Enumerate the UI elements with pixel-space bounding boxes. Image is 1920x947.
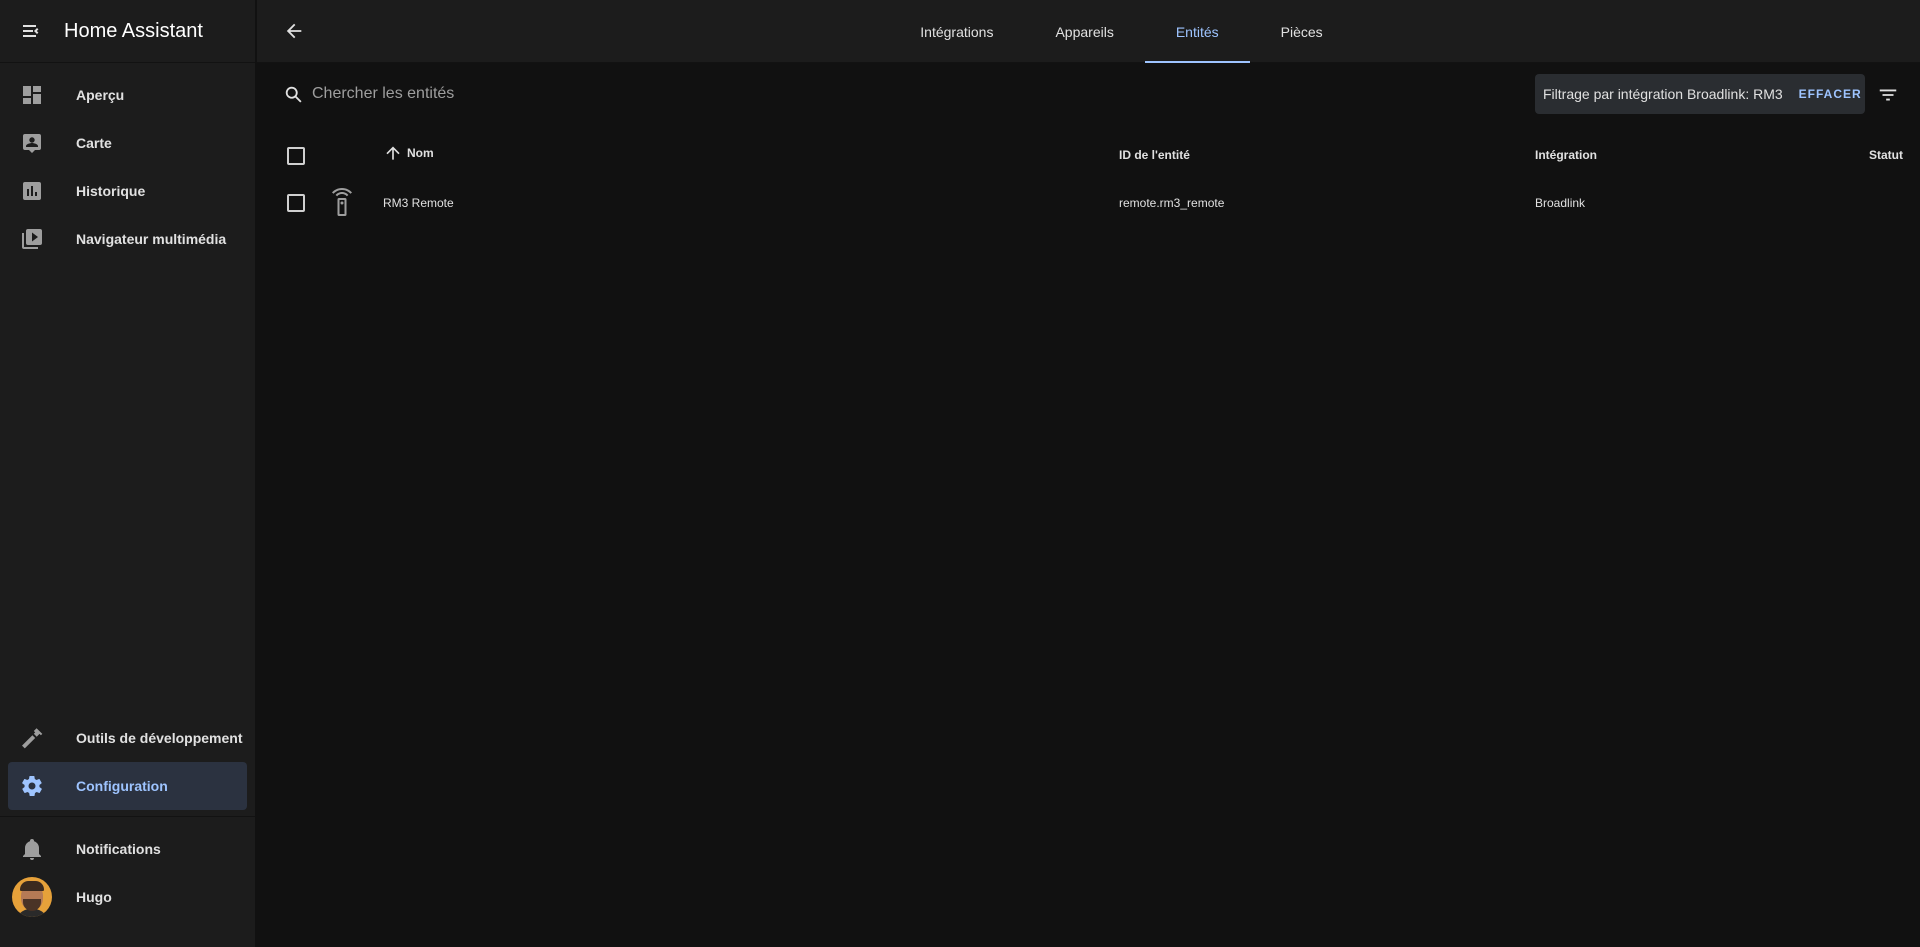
sidebar-item-label: Historique [76, 183, 146, 199]
menu-toggle-button[interactable] [0, 0, 64, 63]
tab-pieces[interactable]: Pièces [1250, 0, 1354, 63]
avatar [12, 877, 52, 917]
entities-table: Nom ID de l'entité Intégration Statut RM… [257, 128, 1920, 228]
column-header-name[interactable]: Nom [383, 143, 434, 163]
select-all-checkbox[interactable] [287, 147, 305, 165]
play-box-multiple-icon [22, 229, 42, 249]
filter-chip: Filtrage par intégration Broadlink: RM3 … [1535, 74, 1865, 114]
sidebar-divider [0, 816, 255, 817]
filter-menu-button[interactable] [1874, 81, 1902, 109]
sidebar-item-user[interactable]: Hugo [8, 873, 247, 921]
sidebar-item-apercu[interactable]: Aperçu [8, 71, 247, 119]
sidebar-bottom: Outils de développement Configuration No… [0, 714, 255, 921]
column-header-entity-id[interactable]: ID de l'entité [1119, 148, 1190, 162]
sidebar-item-historique[interactable]: Historique [8, 167, 247, 215]
topbar: Intégrations Appareils Entités Pièces [257, 0, 1920, 63]
map-account-icon [23, 134, 41, 153]
column-header-integration[interactable]: Intégration [1535, 148, 1597, 162]
remote-icon [330, 188, 354, 216]
search-input[interactable] [312, 78, 1212, 110]
chart-box-icon [23, 182, 41, 200]
arrow-left-icon [286, 23, 302, 39]
clear-filter-button[interactable]: EFFACER [1799, 87, 1862, 101]
user-name: Hugo [76, 889, 112, 905]
sidebar-item-configuration[interactable]: Configuration [8, 762, 247, 810]
filter-variant-icon [1879, 89, 1897, 101]
sidebar-item-label: Configuration [76, 778, 168, 794]
tab-integrations[interactable]: Intégrations [889, 0, 1024, 63]
arrow-up-icon [386, 146, 400, 160]
sidebar: Home Assistant Aperçu Carte Historique N… [0, 0, 256, 947]
column-header-status[interactable]: Statut [1869, 148, 1903, 162]
sidebar-item-label: Aperçu [76, 87, 125, 103]
search-icon [285, 86, 302, 103]
row-checkbox[interactable] [287, 194, 305, 212]
dashboard-icon [23, 86, 41, 104]
sidebar-header: Home Assistant [0, 0, 255, 63]
main-content: Filtrage par intégration Broadlink: RM3 … [257, 64, 1920, 947]
sidebar-item-label: Notifications [76, 841, 161, 857]
tab-bar: Intégrations Appareils Entités Pièces [257, 0, 1920, 63]
column-header-label: Nom [407, 146, 434, 160]
cell-integration: Broadlink [1535, 196, 1586, 210]
back-button[interactable] [281, 18, 307, 44]
table-header: Nom ID de l'entité Intégration Statut [257, 128, 1920, 184]
sidebar-nav: Aperçu Carte Historique Navigateur multi… [0, 63, 255, 263]
table-row[interactable]: RM3 Remote remote.rm3_remote Broadlink [257, 184, 1920, 228]
tab-entites[interactable]: Entités [1144, 0, 1250, 63]
app-title: Home Assistant [64, 19, 203, 42]
hammer-icon [22, 728, 43, 749]
sidebar-item-navigateur-multimedia[interactable]: Navigateur multimédia [8, 215, 247, 263]
search-bar: Filtrage par intégration Broadlink: RM3 … [257, 64, 1920, 124]
filter-text: Filtrage par intégration Broadlink: RM3 [1543, 86, 1783, 102]
menu-open-icon [23, 25, 39, 37]
sidebar-item-label: Outils de développement [76, 730, 243, 746]
sidebar-item-outils-developpement[interactable]: Outils de développement [8, 714, 247, 762]
cell-name: RM3 Remote [383, 196, 454, 210]
cell-entity-id: remote.rm3_remote [1119, 196, 1225, 210]
sidebar-item-label: Navigateur multimédia [76, 231, 227, 247]
sidebar-item-carte[interactable]: Carte [8, 119, 247, 167]
bell-icon [23, 839, 41, 860]
tab-appareils[interactable]: Appareils [1024, 0, 1144, 63]
sidebar-item-label: Carte [76, 135, 112, 151]
cog-icon [22, 775, 42, 797]
sidebar-item-notifications[interactable]: Notifications [8, 825, 247, 873]
